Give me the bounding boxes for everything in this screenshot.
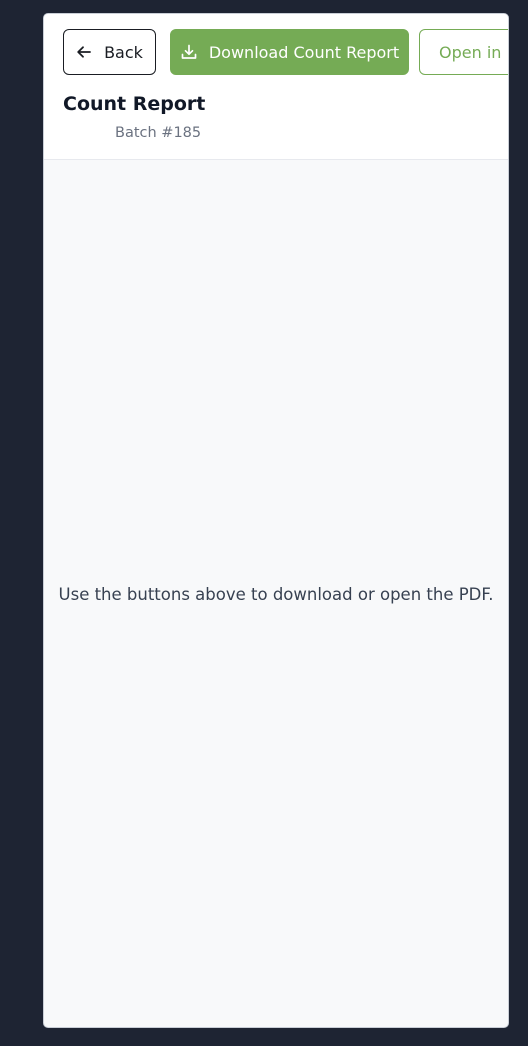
download-count-report-button[interactable]: Download Count Report [170,29,409,75]
report-panel: Back Download Count Report Open in New T… [43,13,509,1028]
open-in-new-tab-button[interactable]: Open in New Tab [419,29,508,75]
back-button-label: Back [104,42,143,62]
download-icon [180,43,198,61]
back-button[interactable]: Back [63,29,156,75]
report-header: Back Download Count Report Open in New T… [44,14,508,160]
download-button-label: Download Count Report [208,42,400,62]
arrow-left-icon [76,44,92,60]
batch-number: Batch #185 [115,125,202,141]
viewer-placeholder-message: Use the buttons above to download or ope… [58,585,494,604]
open-button-label: Open in New Tab [439,42,508,62]
page-title: Count Report [63,93,206,115]
